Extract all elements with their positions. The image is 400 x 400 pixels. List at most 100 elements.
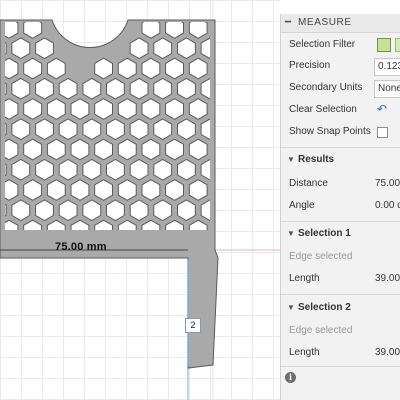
hex-hole <box>23 138 43 161</box>
hex-hole <box>141 98 161 120</box>
hex-hole <box>188 98 208 120</box>
hex-hole <box>153 37 173 60</box>
divider <box>281 366 400 367</box>
hex-hole <box>141 179 161 201</box>
hex-hole <box>35 118 54 141</box>
secondary-units-select[interactable]: None <box>374 80 400 98</box>
undo-arrow-icon[interactable]: ↶ <box>377 102 387 116</box>
hex-hole <box>82 118 102 141</box>
hex-hole <box>58 158 78 181</box>
hex-hole <box>94 98 113 120</box>
divider <box>281 294 400 295</box>
hex-hole <box>35 37 54 60</box>
hex-hole <box>177 158 196 181</box>
hex-hole <box>11 77 31 100</box>
hex-hole <box>141 138 161 161</box>
panel-header[interactable]: ━ MEASURE <box>281 14 400 33</box>
face-filter-icon[interactable] <box>377 38 391 52</box>
hex-hole <box>129 37 149 60</box>
show-snap-points-row: Show Snap Points <box>281 122 400 144</box>
selection1-length-value: 39.00 <box>375 273 400 284</box>
divider <box>281 147 400 148</box>
angle-value: 0.00 d <box>375 200 400 211</box>
hex-hole <box>225 38 243 59</box>
secondary-units-row: Secondary Units None <box>281 78 400 100</box>
hex-hole <box>82 158 102 181</box>
triangle-down-icon[interactable]: ▼ <box>287 229 295 238</box>
hex-hole <box>141 57 161 80</box>
selection2-section-header[interactable]: ▼ Selection 2 <box>281 298 400 320</box>
hex-hole <box>35 199 54 222</box>
show-snap-points-checkbox[interactable] <box>377 127 388 138</box>
hex-hole <box>165 98 184 120</box>
hex-hole <box>188 179 208 201</box>
selection1-status: Edge selected <box>289 251 353 262</box>
selection1-length-label: Length <box>289 273 320 284</box>
distance-value: 75.00 <box>375 178 400 189</box>
hex-hole <box>94 179 113 201</box>
hex-hole <box>117 98 137 120</box>
hex-hole <box>177 199 196 222</box>
results-section-header[interactable]: ▼ Results <box>281 150 400 172</box>
clear-selection-label[interactable]: Clear Selection <box>289 104 357 115</box>
hex-hole <box>23 98 43 120</box>
hex-hole <box>58 77 78 100</box>
hex-hole <box>213 220 231 241</box>
selection2-length-row: Length 39.00 <box>281 343 400 365</box>
triangle-down-icon[interactable]: ▼ <box>287 303 295 312</box>
hex-hole <box>82 77 102 100</box>
minus-icon[interactable]: ━ <box>285 17 291 28</box>
selection1-section-header[interactable]: ▼ Selection 1 <box>281 224 400 246</box>
body-filter-icon[interactable] <box>395 38 400 52</box>
hex-hole <box>188 57 208 80</box>
hex-hole <box>213 58 231 79</box>
show-snap-points-label: Show Snap Points <box>289 126 371 137</box>
precision-select[interactable]: 0.123 <box>374 58 400 76</box>
hex-hole <box>94 138 113 161</box>
hex-hole <box>106 158 125 181</box>
hex-hole <box>35 77 54 100</box>
selection2-status: Edge selected <box>289 325 353 336</box>
model-viewport[interactable]: 75.00 mm 2 <box>0 0 280 400</box>
hex-hole <box>153 199 173 222</box>
selection-filter-row: Selection Filter <box>281 35 400 57</box>
hex-hole <box>165 57 184 80</box>
hex-hole <box>225 159 243 180</box>
hex-hole <box>94 57 113 80</box>
hex-hole <box>225 119 243 140</box>
angle-label: Angle <box>289 200 315 211</box>
results-header: Results <box>298 154 335 165</box>
hex-hole <box>35 158 54 181</box>
precision-label: Precision <box>289 60 331 71</box>
hex-hole <box>82 199 102 222</box>
info-icon[interactable]: i <box>285 372 296 383</box>
part-canvas[interactable] <box>0 0 280 400</box>
hex-hole <box>153 118 173 141</box>
selection1-header: Selection 1 <box>298 228 351 239</box>
hex-hole <box>129 77 149 100</box>
hex-hole <box>213 99 231 120</box>
triangle-down-icon[interactable]: ▼ <box>287 155 295 164</box>
selection2-status-row: Edge selected <box>281 321 400 343</box>
selection2-header: Selection 2 <box>298 302 351 313</box>
hex-hole <box>165 138 184 161</box>
hex-hole <box>117 179 137 201</box>
secondary-units-label: Secondary Units <box>289 82 363 93</box>
distance-label: Distance <box>289 178 328 189</box>
hex-hole <box>23 57 43 80</box>
hex-hole <box>11 118 31 141</box>
hex-hole <box>129 118 149 141</box>
hex-hole <box>11 199 31 222</box>
angle-row: Angle 0.00 d <box>281 196 400 218</box>
clear-selection-row[interactable]: Clear Selection ↶ <box>281 100 400 122</box>
hex-hole <box>213 139 231 160</box>
hex-hole <box>165 179 184 201</box>
hex-hole <box>58 118 78 141</box>
hex-hole <box>23 179 43 201</box>
hex-hole <box>153 158 173 181</box>
hex-hole <box>188 138 208 161</box>
hex-hole <box>46 57 66 80</box>
hex-hole <box>106 118 125 141</box>
hex-hole <box>129 199 149 222</box>
panel-title: MEASURE <box>298 17 352 28</box>
